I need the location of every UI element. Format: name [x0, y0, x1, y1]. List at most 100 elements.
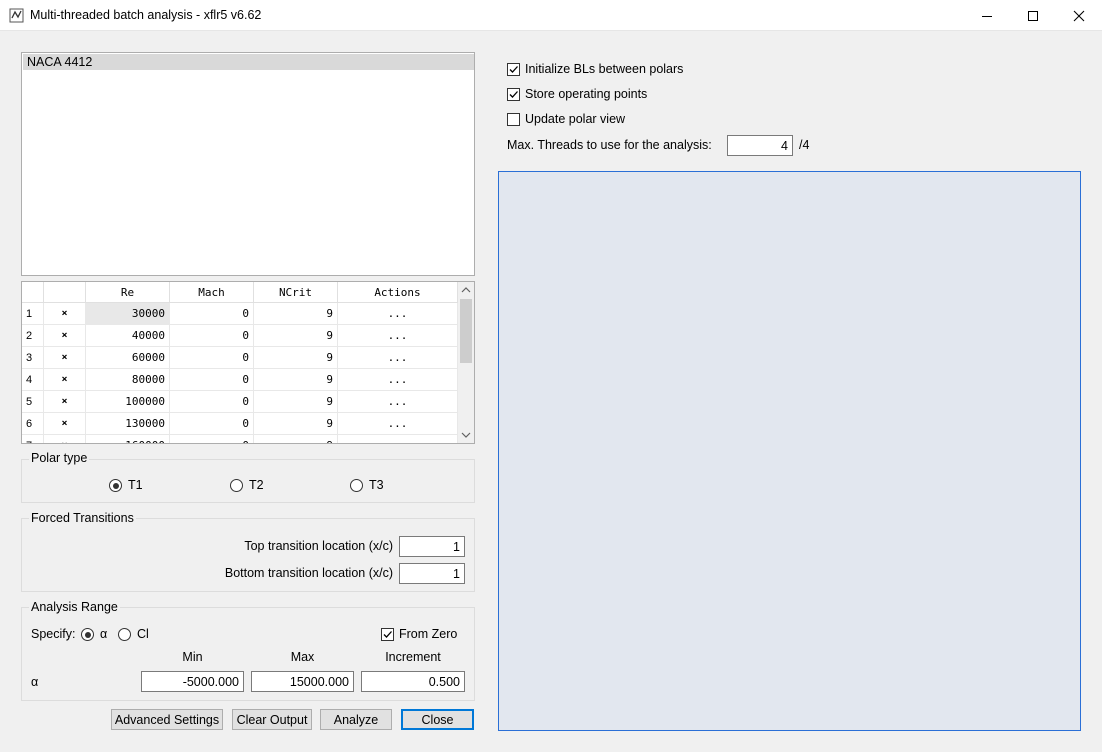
column-header-re[interactable]: Re: [86, 282, 170, 303]
re-cell[interactable]: 160000: [86, 435, 170, 443]
ncrit-cell[interactable]: 9: [254, 435, 338, 443]
actions-cell[interactable]: ...: [338, 413, 458, 435]
re-cell[interactable]: 60000: [86, 347, 170, 369]
max-header: Max: [290, 650, 315, 664]
specify-cl-label: Cl: [137, 627, 149, 641]
ncrit-cell[interactable]: 9: [254, 369, 338, 391]
increment-header: Increment: [385, 650, 441, 664]
mach-cell[interactable]: 0: [170, 413, 254, 435]
table-scrollbar[interactable]: [458, 282, 474, 443]
init-bl-label: Initialize BLs between polars: [525, 62, 684, 76]
polar-type-title: Polar type: [29, 451, 90, 465]
alpha-max-input[interactable]: 15000.000: [251, 671, 354, 692]
mach-cell[interactable]: 0: [170, 347, 254, 369]
minimize-icon: [982, 15, 992, 17]
polar-type-t3-label: T3: [369, 478, 384, 492]
row-delete-cell[interactable]: ×: [44, 325, 86, 347]
max-threads-label: Max. Threads to use for the analysis:: [507, 138, 712, 152]
polar-type-group: [21, 459, 475, 503]
actions-cell[interactable]: ...: [338, 347, 458, 369]
actions-cell[interactable]: ...: [338, 391, 458, 413]
re-cell[interactable]: 40000: [86, 325, 170, 347]
checkmark-icon: [383, 631, 392, 638]
re-cell[interactable]: 30000: [86, 303, 170, 325]
actions-cell[interactable]: ...: [338, 325, 458, 347]
store-opp-label: Store operating points: [525, 87, 648, 101]
from-zero-checkbox[interactable]: [381, 628, 394, 641]
foil-list-item[interactable]: NACA 4412: [23, 54, 474, 70]
row-delete-cell[interactable]: ×: [44, 413, 86, 435]
min-header: Min: [182, 650, 203, 664]
re-cell[interactable]: 100000: [86, 391, 170, 413]
scroll-down-icon[interactable]: [461, 431, 471, 439]
ncrit-cell[interactable]: 9: [254, 303, 338, 325]
forced-transitions-title: Forced Transitions: [29, 511, 136, 525]
row-index-cell: 1: [22, 303, 44, 325]
checkmark-icon: [509, 91, 518, 98]
mach-cell[interactable]: 0: [170, 391, 254, 413]
maximize-button[interactable]: [1010, 0, 1056, 31]
column-header-actions[interactable]: Actions: [338, 282, 458, 303]
analyze-button[interactable]: Analyze: [320, 709, 392, 730]
row-delete-cell[interactable]: ×: [44, 369, 86, 391]
analysis-output-view[interactable]: [498, 171, 1081, 731]
ncrit-cell[interactable]: 9: [254, 347, 338, 369]
foil-list[interactable]: NACA 4412: [21, 52, 475, 276]
re-cell[interactable]: 80000: [86, 369, 170, 391]
bottom-transition-input[interactable]: 1: [399, 563, 465, 584]
close-icon: [1073, 10, 1085, 21]
scroll-thumb[interactable]: [460, 299, 472, 363]
row-index-cell: 4: [22, 369, 44, 391]
column-header-mark: [44, 282, 86, 303]
update-polar-checkbox[interactable]: [507, 113, 520, 126]
bottom-transition-label: Bottom transition location (x/c): [224, 566, 393, 580]
minimize-button[interactable]: [964, 0, 1010, 31]
mach-cell[interactable]: 0: [170, 369, 254, 391]
analysis-range-title: Analysis Range: [29, 600, 120, 614]
re-cell[interactable]: 130000: [86, 413, 170, 435]
row-delete-cell[interactable]: ×: [44, 391, 86, 413]
max-threads-input[interactable]: 4: [727, 135, 793, 156]
polar-type-t2-radio[interactable]: [230, 479, 243, 492]
actions-cell[interactable]: ...: [338, 435, 458, 443]
close-button[interactable]: Close: [401, 709, 474, 730]
clear-output-button[interactable]: Clear Output: [232, 709, 312, 730]
polar-type-t3-radio[interactable]: [350, 479, 363, 492]
specify-alpha-radio[interactable]: [81, 628, 94, 641]
specify-cl-radio[interactable]: [118, 628, 131, 641]
row-index-cell: 7: [22, 435, 44, 443]
actions-cell[interactable]: ...: [338, 303, 458, 325]
row-index-cell: 3: [22, 347, 44, 369]
actions-cell[interactable]: ...: [338, 369, 458, 391]
ncrit-cell[interactable]: 9: [254, 391, 338, 413]
column-header-index: [22, 282, 44, 303]
ncrit-cell[interactable]: 9: [254, 413, 338, 435]
specify-alpha-label: α: [100, 627, 108, 641]
polar-type-t1-radio[interactable]: [109, 479, 122, 492]
scroll-up-icon[interactable]: [461, 286, 471, 294]
max-threads-suffix: /4: [799, 138, 810, 152]
mach-cell[interactable]: 0: [170, 325, 254, 347]
alpha-increment-input[interactable]: 0.500: [361, 671, 465, 692]
top-transition-input[interactable]: 1: [399, 536, 465, 557]
row-delete-cell[interactable]: ×: [44, 435, 86, 443]
row-delete-cell[interactable]: ×: [44, 347, 86, 369]
polar-type-t2-label: T2: [249, 478, 264, 492]
specify-label: Specify:: [31, 627, 76, 641]
row-delete-cell[interactable]: ×: [44, 303, 86, 325]
row-index-cell: 5: [22, 391, 44, 413]
window-title: Multi-threaded batch analysis - xflr5 v6…: [30, 8, 262, 22]
checkmark-icon: [509, 66, 518, 73]
mach-cell[interactable]: 0: [170, 303, 254, 325]
advanced-settings-button[interactable]: Advanced Settings: [111, 709, 223, 730]
alpha-min-input[interactable]: -5000.000: [141, 671, 244, 692]
store-opp-checkbox[interactable]: [507, 88, 520, 101]
update-polar-label: Update polar view: [525, 112, 626, 126]
column-header-ncrit[interactable]: NCrit: [254, 282, 338, 303]
ncrit-cell[interactable]: 9: [254, 325, 338, 347]
mach-cell[interactable]: 0: [170, 435, 254, 443]
close-window-button[interactable]: [1056, 0, 1102, 31]
polar-type-t1-label: T1: [128, 478, 143, 492]
init-bl-checkbox[interactable]: [507, 63, 520, 76]
column-header-mach[interactable]: Mach: [170, 282, 254, 303]
